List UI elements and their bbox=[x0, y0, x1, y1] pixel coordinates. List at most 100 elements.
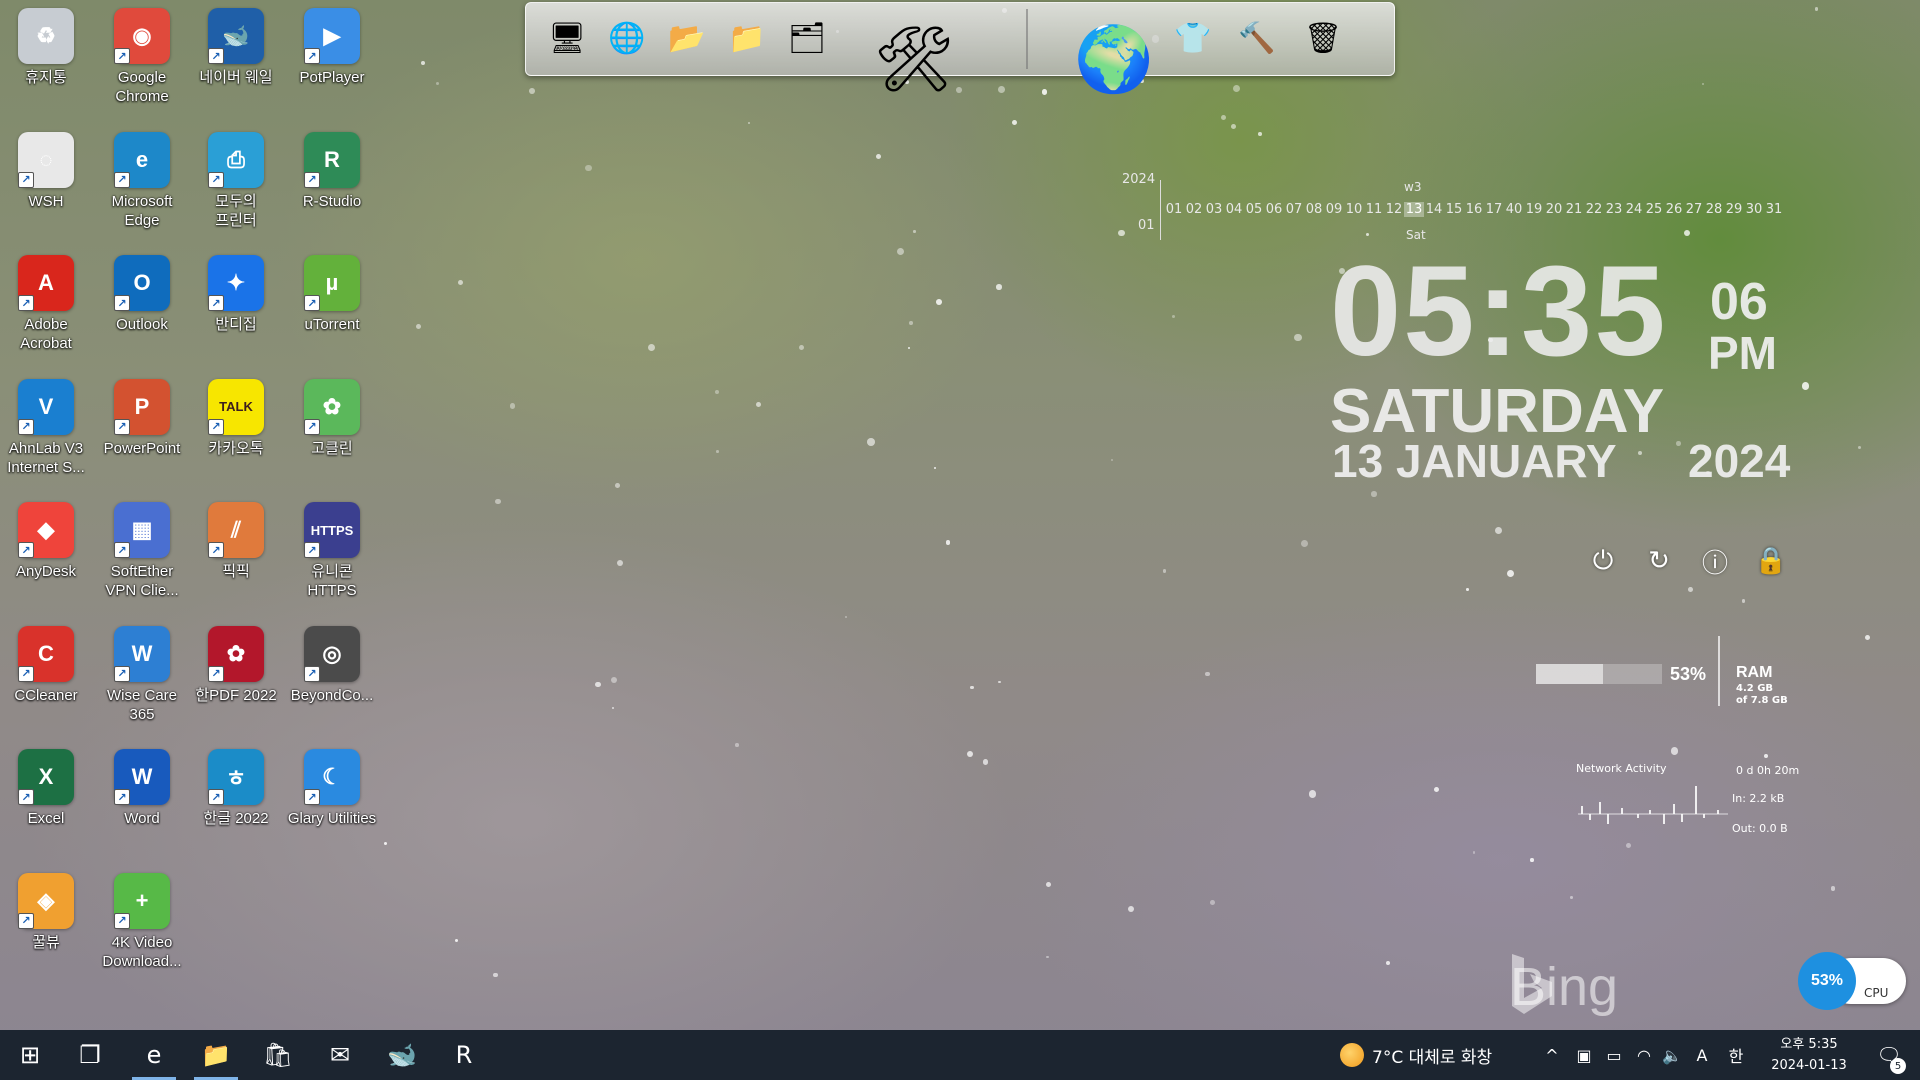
calendar-day: 30 bbox=[1745, 202, 1763, 217]
tray-wifi-icon[interactable]: ◠ bbox=[1630, 1030, 1658, 1080]
hangul-icon: ㅎ ↗ bbox=[208, 749, 264, 805]
desktop-icon-label: 4K Video Download... bbox=[102, 933, 182, 970]
4k-video-downloader-icon: + ↗ bbox=[114, 872, 170, 929]
snowflake bbox=[1371, 491, 1377, 497]
desktop-icon-wise-care[interactable]: W ↗ Wise Care 365 bbox=[96, 625, 188, 738]
dock-network-globe-icon[interactable]: 🌐 bbox=[600, 11, 654, 65]
taskbar-file-explorer-icon[interactable]: 📁 bbox=[188, 1030, 244, 1080]
dock-folder-open-icon[interactable]: 🗂 bbox=[780, 11, 834, 65]
power-button[interactable]: ⏻ bbox=[1588, 544, 1618, 578]
desktop-icon-kakaotalk[interactable]: TALK ↗ 카카오톡 bbox=[190, 378, 282, 491]
tray-volume-icon[interactable]: 🔈 bbox=[1658, 1030, 1686, 1080]
clock-date: 13 JANUARY bbox=[1332, 435, 1617, 487]
snowflake bbox=[998, 680, 1001, 684]
taskbar-windows-start-icon[interactable]: ⊞ bbox=[2, 1030, 58, 1080]
desktop-icon-acrobat[interactable]: A ↗ Adobe Acrobat bbox=[0, 255, 92, 367]
cpu-label: CPU bbox=[1864, 986, 1889, 1000]
desktop-icon-r-studio[interactable]: R ↗ R-Studio bbox=[286, 131, 378, 244]
desktop-icon-bandizip[interactable]: ✦ ↗ 반디집 bbox=[190, 255, 282, 367]
softether-icon: ▦ ↗ bbox=[114, 502, 170, 558]
desktop-icon-label: 반디집 bbox=[215, 316, 257, 333]
desktop-icon-label: SoftEther VPN Clie... bbox=[105, 563, 179, 599]
tray-ime-a-icon[interactable]: A bbox=[1688, 1030, 1716, 1080]
desktop-icon-hangul[interactable]: ㅎ ↗ 한글 2022 bbox=[190, 749, 282, 861]
dock-recycle-bin-icon[interactable]: 🗑 bbox=[1296, 11, 1350, 65]
desktop-icon-excel[interactable]: X ↗ Excel bbox=[0, 749, 92, 861]
snowflake bbox=[529, 88, 535, 94]
ram-used: 4.2 GB bbox=[1736, 683, 1774, 694]
desktop-icon-potplayer[interactable]: ▶ ↗ PotPlayer bbox=[286, 8, 378, 120]
snowflake bbox=[1472, 851, 1476, 854]
dock-hammer-icon[interactable]: 🔨 bbox=[1230, 11, 1284, 65]
tray-webcam-icon[interactable]: ▣ bbox=[1570, 1030, 1598, 1080]
desktop-icon-picpick[interactable]: ⫽ ↗ 픽픽 bbox=[190, 502, 282, 614]
desktop-icon-honeyview[interactable]: ◈ ↗ 꿀뷰 bbox=[0, 872, 92, 985]
dock-tshirt-icon[interactable]: 👕 bbox=[1166, 11, 1220, 65]
desktop-icon-powerpoint[interactable]: P ↗ PowerPoint bbox=[96, 378, 188, 491]
snowflake bbox=[595, 681, 601, 688]
hanpdf-icon: ✿ ↗ bbox=[208, 625, 264, 682]
desktop-icon-utorrent[interactable]: µ ↗ uTorrent bbox=[286, 255, 378, 367]
r-studio-icon: R ↗ bbox=[304, 131, 360, 188]
calendar-day: 05 bbox=[1245, 202, 1263, 217]
cpu-widget[interactable]: 53% CPU bbox=[1798, 952, 1908, 1010]
dock-computer-icon[interactable]: 🖥 bbox=[540, 11, 594, 65]
desktop-icon-label: Google Chrome bbox=[115, 69, 169, 105]
desktop-icon-label: PowerPoint bbox=[103, 439, 181, 457]
desktop-icon-4k-video-downloader[interactable]: + ↗ 4K Video Download... bbox=[96, 872, 188, 985]
calendar-day: 28 bbox=[1705, 202, 1723, 217]
taskbar-weather[interactable]: 7°C 대체로 화창 bbox=[1340, 1030, 1492, 1080]
shortcut-arrow-icon: ↗ bbox=[114, 171, 130, 188]
calendar-day: 17 bbox=[1485, 202, 1503, 217]
snowflake bbox=[647, 344, 655, 352]
snowflake bbox=[755, 402, 761, 407]
tray-battery-icon[interactable]: ▭ bbox=[1600, 1030, 1628, 1080]
taskbar-whale-icon[interactable]: 🐋 bbox=[374, 1030, 430, 1080]
taskbar-r-app-icon[interactable]: R bbox=[436, 1030, 492, 1080]
taskbar-task-view-icon[interactable]: ❐ bbox=[62, 1030, 118, 1080]
desktop-icon-edge[interactable]: e ↗ Microsoft Edge bbox=[96, 131, 188, 244]
calendar-day: 10 bbox=[1345, 202, 1363, 217]
taskbar-mail-icon[interactable]: ✉ bbox=[312, 1030, 368, 1080]
recycle-bin-icon: ♻ bbox=[18, 8, 74, 64]
dock-globe-icon[interactable]: 🌍 bbox=[1066, 11, 1162, 107]
dock-tools-icon[interactable]: 🛠 bbox=[866, 11, 962, 107]
v3-icon: V ↗ bbox=[18, 378, 74, 435]
desktop-icon-naver-whale[interactable]: 🐋 ↗ 네이버 웨일 bbox=[190, 8, 282, 120]
snowflake bbox=[715, 450, 719, 454]
dock-folder-green-icon[interactable]: 📁 bbox=[720, 11, 774, 65]
desktop-icon-beyond-compare[interactable]: ◎ ↗ BeyondCo... bbox=[286, 625, 378, 738]
desktop-icon-anydesk[interactable]: ◆ ↗ AnyDesk bbox=[0, 502, 92, 614]
desktop-icon-unicorn-https[interactable]: HTTPS ↗ 유니콘 HTTPS bbox=[286, 502, 378, 614]
tray-chevron-up-icon[interactable]: ^ bbox=[1538, 1030, 1566, 1080]
desktop-icon-recycle-bin[interactable]: ♻ 휴지통 bbox=[0, 8, 92, 120]
desktop-icon-goclean[interactable]: ✿ ↗ 고클린 bbox=[286, 378, 378, 491]
taskbar-clock[interactable]: 오후 5:35 2024-01-13 bbox=[1762, 1034, 1856, 1076]
desktop-icon-softether[interactable]: ▦ ↗ SoftEther VPN Clie... bbox=[96, 502, 188, 614]
desktop-icon-word[interactable]: W ↗ Word bbox=[96, 749, 188, 861]
calendar-day: 16 bbox=[1465, 202, 1483, 217]
dock-folder-icon[interactable]: 📂 bbox=[660, 11, 714, 65]
snowflake bbox=[614, 482, 620, 488]
taskbar-edge-icon[interactable]: e bbox=[126, 1030, 182, 1080]
shortcut-arrow-icon: ↗ bbox=[114, 789, 130, 805]
desktop-icon-outlook[interactable]: O ↗ Outlook bbox=[96, 255, 188, 367]
snowflake bbox=[494, 498, 501, 505]
desktop-icon-v3[interactable]: V ↗ AhnLab V3 Internet S... bbox=[0, 378, 92, 491]
notification-center-icon[interactable]: 🗨 bbox=[1866, 1030, 1912, 1080]
clock-year: 2024 bbox=[1688, 435, 1791, 487]
desktop-icon-printer[interactable]: ⎙ ↗ 모두의 프린터 bbox=[190, 131, 282, 244]
desktop-icon-ccleaner[interactable]: C ↗ CCleaner bbox=[0, 625, 92, 738]
snowflake bbox=[1626, 843, 1632, 849]
snowflake bbox=[1128, 906, 1135, 913]
taskbar-store-icon[interactable]: 🛍 bbox=[250, 1030, 306, 1080]
lock-button[interactable]: 🔒 bbox=[1755, 544, 1787, 578]
desktop-icon-chrome[interactable]: ◉ ↗ Google Chrome bbox=[96, 8, 188, 120]
info-button[interactable]: ⓘ bbox=[1700, 544, 1730, 579]
desktop-icon-wsh[interactable]: ◌ ↗ WSH bbox=[0, 131, 92, 244]
desktop-icon-hanpdf[interactable]: ✿ ↗ 한PDF 2022 bbox=[190, 625, 282, 738]
restart-button[interactable]: ↻ bbox=[1644, 544, 1674, 578]
calendar-day: 21 bbox=[1565, 202, 1583, 217]
tray-ime-han-icon[interactable]: 한 bbox=[1722, 1030, 1750, 1080]
desktop-icon-glary[interactable]: ☾ ↗ Glary Utilities bbox=[286, 749, 378, 861]
